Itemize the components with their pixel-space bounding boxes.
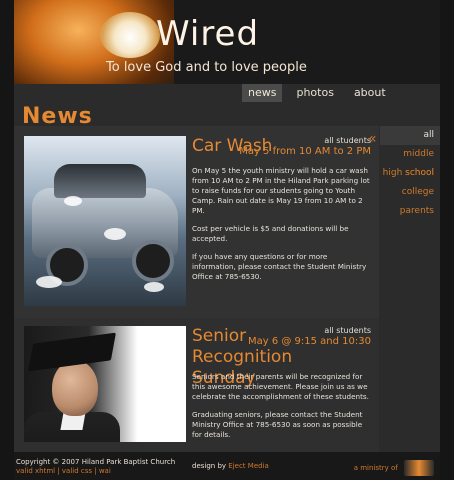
page: Wired To love God and to love people new… [14,0,440,480]
nav-tab-photos[interactable]: photos [290,84,339,102]
sidebar-item-high-school[interactable]: high school [380,164,440,183]
ministry-logo-icon[interactable] [404,460,434,476]
article-body: On May 5 the youth ministry will hold a … [192,166,372,290]
car-wash-photo [24,136,186,306]
foam-bubble [64,196,82,206]
news-article: all students Car Wash May 5 from 10 AM t… [14,126,379,318]
design-credit: design by Eject Media [192,462,269,470]
sidebar-item-parents[interactable]: parents [380,202,440,221]
design-prefix: design by [192,462,227,470]
nav-tab-about[interactable]: about [348,84,392,102]
car-wheel [132,240,174,282]
design-link[interactable]: Eject Media [228,462,269,470]
double-chevron-left-icon: « [368,131,377,147]
copyright-text: Copyright © 2007 Hiland Park Baptist Chu… [16,458,176,466]
valid-links[interactable]: valid xhtml | valid css | wai [16,467,175,476]
article-paragraph: Seniors and their parents will be recogn… [192,372,369,401]
logo-title[interactable]: Wired [156,14,259,54]
tagline: To love God and to love people [106,60,307,75]
main-nav: news photos about [242,84,392,102]
sidebar-item-middle-school[interactable]: middle school [380,145,440,178]
category-sidebar: « all middle school high school college … [368,126,440,266]
nav-tab-news[interactable]: news [242,84,283,102]
article-paragraph: On May 5 the youth ministry will hold a … [192,166,370,215]
news-content: all students Car Wash May 5 from 10 AM t… [14,126,379,452]
article-paragraph: Cost per vehicle is $5 and donations wil… [192,224,349,243]
article-audience: all students [324,136,371,145]
article-date: May 5 from 10 AM to 2 PM [239,146,371,157]
article-audience: all students [324,326,371,335]
ministry-credit: a ministry of [354,460,434,476]
logo-bulb-icon [100,12,160,58]
sidebar-item-all[interactable]: all [380,126,440,145]
news-article: all students May 6 @ 9:15 and 10:30 Seni… [14,318,379,452]
footer: Copyright © 2007 Hiland Park Baptist Chu… [14,452,440,480]
graduate-head [52,360,98,416]
car-window [54,164,146,198]
graduate-photo [24,326,186,442]
article-body: Seniors and their parents will be recogn… [192,372,372,448]
header: Wired To love God and to love people [14,0,440,84]
foam-bubble [144,282,164,292]
copyright: Copyright © 2007 Hiland Park Baptist Chu… [16,458,175,476]
sidebar-item-college[interactable]: college [380,183,440,202]
ministry-text: a ministry of [353,464,398,472]
foam-bubble [104,228,126,240]
article-paragraph: If you have any questions or for more in… [192,252,367,281]
foam-bubble [36,276,62,288]
article-paragraph: Graduating seniors, please contact the S… [192,410,363,439]
